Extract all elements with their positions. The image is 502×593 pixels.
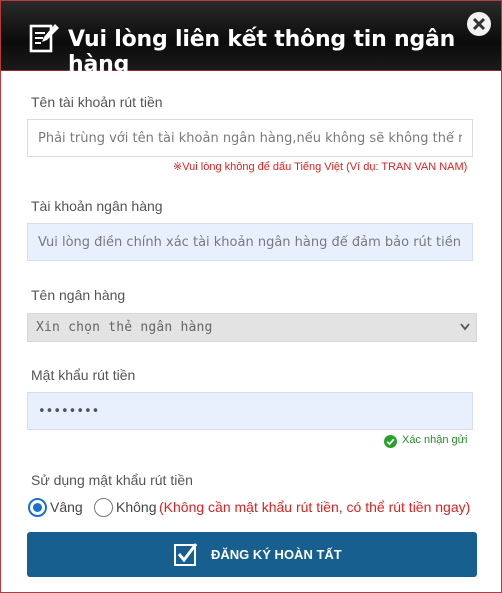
dialog-header: Vui lòng liên kết thông tin ngân hàng <box>1 1 501 77</box>
account-name-label: Tên tài khoản rút tiền <box>31 94 163 110</box>
close-icon <box>472 17 486 31</box>
radio-yes[interactable] <box>28 498 47 517</box>
submit-label[interactable]: ĐĂNG KÝ HOÀN TẤT <box>211 547 342 562</box>
account-name-input[interactable] <box>27 119 473 157</box>
radio-yes-label[interactable]: Vâng <box>50 499 83 515</box>
submit-button[interactable]: ĐĂNG KÝ HOÀN TẤT <box>27 532 477 577</box>
bank-info-dialog: Vui lòng liên kết thông tin ngân hàng Tê… <box>0 0 502 593</box>
account-name-hint: ※Vui lòng không để dấu Tiếng Việt (Ví dụ… <box>173 161 468 173</box>
bank-name-label: Tên ngân hàng <box>31 287 126 303</box>
radio-no[interactable] <box>94 498 113 517</box>
dialog-title: Vui lòng liên kết thông tin ngân hàng <box>68 27 456 77</box>
withdraw-password-input[interactable] <box>27 392 473 430</box>
bank-name-select[interactable]: Xin chọn thẻ ngân hàng <box>27 313 477 342</box>
use-password-label: Sử dụng mật khẩu rút tiền <box>31 472 193 488</box>
radio-no-note: (Không cần mật khẩu rút tiền, có thể rút… <box>159 499 471 515</box>
bank-name-selected: Xin chọn thẻ ngân hàng <box>36 320 213 335</box>
bank-account-input[interactable] <box>27 223 473 261</box>
withdraw-password-label: Mật khẩu rút tiền <box>31 367 136 383</box>
edit-note-icon <box>28 22 60 54</box>
password-status: Xác nhận gửi <box>402 434 468 446</box>
radio-no-label[interactable]: Không <box>116 499 156 515</box>
close-button[interactable] <box>467 12 491 36</box>
checkbox-check-icon <box>174 543 198 566</box>
bank-account-label: Tài khoản ngân hàng <box>31 198 163 214</box>
check-circle-icon <box>384 435 397 448</box>
chevron-down-icon <box>460 323 470 331</box>
